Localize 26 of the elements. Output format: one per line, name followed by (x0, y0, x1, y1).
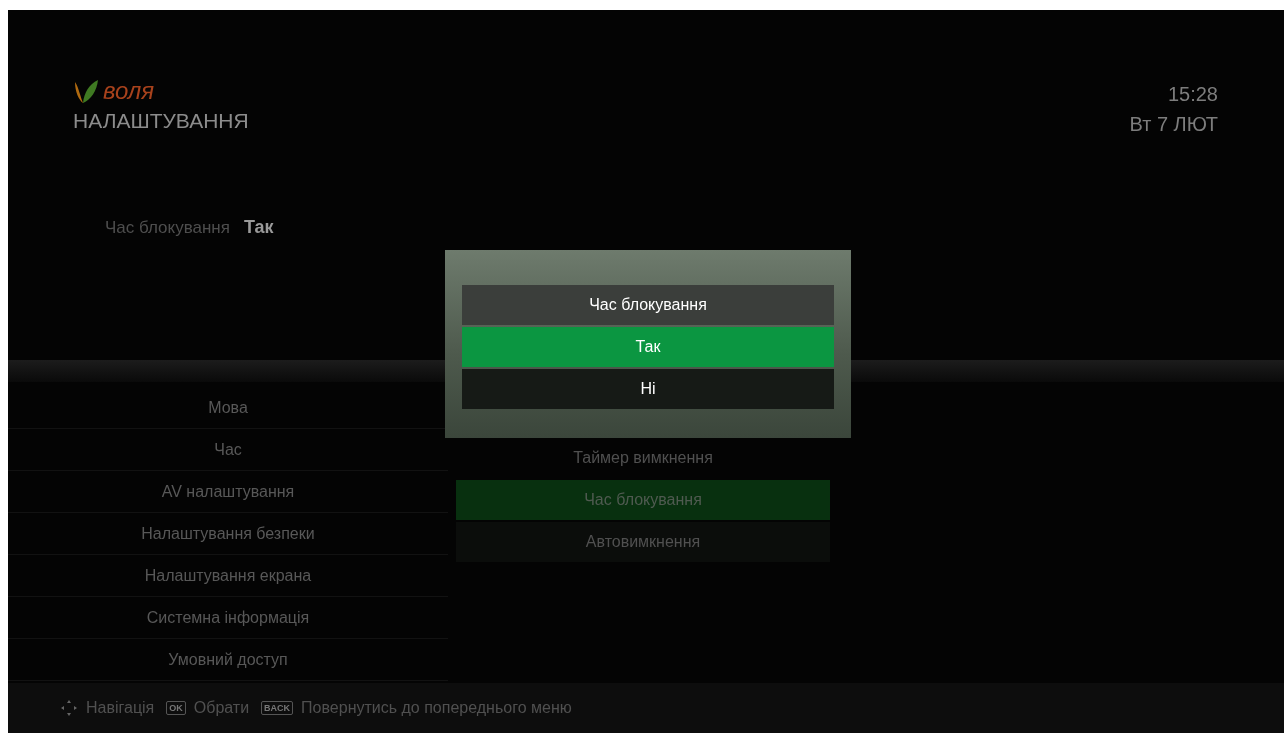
preview-label: Час блокування (105, 218, 230, 238)
submenu-item[interactable]: Час блокування (456, 480, 830, 520)
remote-key-icon: OK (166, 701, 186, 715)
hint-label: Обрати (193, 699, 250, 717)
menu-item[interactable]: Налаштування безпеки (141, 524, 315, 543)
hint-label: Повернутись до попереднього меню (301, 699, 572, 717)
menu-item[interactable]: Умовний доступ (168, 650, 288, 669)
dialog-option[interactable]: Ні (462, 369, 834, 409)
clock-time: 15:28 (1167, 82, 1218, 106)
submenu-item[interactable]: Автовимкнення (456, 522, 830, 562)
menu-item[interactable]: AV налаштування (161, 482, 295, 501)
hint-label: Навігація (86, 699, 155, 717)
dialog-option[interactable]: Так (462, 327, 834, 367)
logo-text: воля (103, 78, 155, 104)
page-title: НАЛАШТУВАННЯ (73, 108, 249, 134)
menu-item[interactable]: Мова (208, 398, 248, 417)
preview-value: Так (243, 217, 274, 238)
dialog-title: Час блокування (462, 285, 834, 325)
dpad-icon (60, 699, 78, 717)
menu-item[interactable]: Налаштування екрана (144, 566, 312, 585)
menu-item[interactable]: Час (214, 440, 242, 459)
leaf-logo-icon (73, 78, 99, 104)
submenu-item[interactable]: Таймер вимкнення (456, 438, 830, 478)
remote-key-icon: BACK (261, 701, 294, 715)
date-text: Вт 7 ЛЮТ (1129, 112, 1218, 136)
menu-item[interactable]: Системна інформація (146, 608, 310, 627)
